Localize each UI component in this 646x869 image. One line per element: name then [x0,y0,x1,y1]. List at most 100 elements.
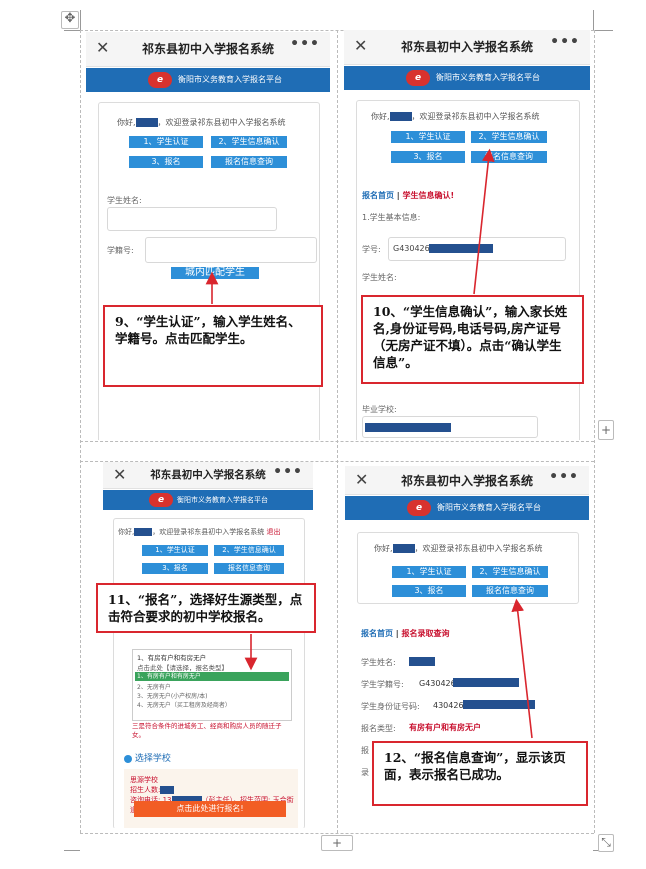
screenshot-register: ✕ 祁东县初中入学报名系统 ••• e 衡阳市义务教育入学报名平台 你好, ，欢迎… [103,462,313,828]
redacted-student-id [453,678,519,687]
welcome-line: 你好, ，欢迎登录祁东县初中入学报名系统 [117,118,286,127]
dropdown-hint: 点击此处【请选择，报名类型】 [137,664,228,672]
menu-auth-button[interactable]: 1、学生认证 [129,136,203,148]
platform-banner: e 衡阳市义务教育入学报名平台 [345,496,589,520]
match-student-button[interactable]: 城内匹配学生 [171,267,259,279]
table-border [80,833,594,834]
dropdown-option-4[interactable]: 4、无房无户（买工租房及经商者） [137,700,231,709]
menu-register-button[interactable]: 3、报名 [391,151,465,163]
page-corner-mark [593,30,613,31]
dot-icon [124,754,132,763]
breadcrumb-current: 报名录取查询 [401,629,450,638]
table-border [337,30,338,833]
table-border [80,30,81,833]
menu-query-button[interactable]: 报名信息查询 [472,585,548,597]
banner-text: 衡阳市义务教育入学报名平台 [436,73,540,82]
truncated-label: 录 [361,768,369,777]
truncated-label: 报 [361,746,369,755]
student-id-label: 学籍号: [107,246,134,255]
student-id-input[interactable] [145,237,317,263]
step10-callout: 10、“学生信息确认”，输入家长姓名,身份证号码,电话号码,房产证号（无房产证不… [361,295,584,384]
more-icon[interactable]: ••• [290,36,320,52]
type-label: 报名类型: [361,724,396,733]
more-icon[interactable]: ••• [273,464,303,480]
welcome-line: 你好, ，欢迎登录祁东县初中入学报名系统 [374,544,543,553]
logout-link[interactable]: 退出 [266,528,280,536]
student-name-input[interactable] [107,207,277,231]
add-row-button[interactable]: + [321,835,353,851]
student-id-value: G430426 [419,679,456,688]
page-corner-mark [64,30,80,31]
go-register-button[interactable]: 点击此处进行报名! [134,801,286,817]
menu-auth-button[interactable]: 1、学生认证 [391,131,465,143]
app-titlebar: ✕ 祁东县初中入学报名系统 ••• [344,30,590,65]
more-icon[interactable]: ••• [549,469,579,485]
step9-callout: 9、“学生认证”，输入学生姓名、学籍号。点击匹配学生。 [103,305,323,387]
menu-register-button[interactable]: 3、报名 [392,585,466,597]
page-corner-mark [64,850,80,851]
student-name-label: 学生姓名: [362,273,397,282]
redacted-name [135,118,158,127]
menu-auth-button[interactable]: 1、学生认证 [142,545,208,556]
breadcrumb: 报名首页 | 报名录取查询 [361,629,450,638]
breadcrumb-current: 学生信息确认! [402,191,455,200]
school-card: 思源学校 招生人数: 咨询电话: 13（彭主任），招生范围: 玉合街道办事处辖区… [124,769,298,828]
menu-query-button[interactable]: 报名信息查询 [471,151,547,163]
school-label: 毕业学校: [362,405,397,414]
step12-callout: 12、“报名信息查询”，显示该页面，表示报名已成功。 [372,741,588,806]
table-resize-handle[interactable]: ⤡ [598,834,614,852]
main-card: 你好, ，欢迎登录祁东县初中入学报名系统 1、学生认证 2、学生信息确认 3、报名… [356,100,580,440]
add-column-button[interactable]: + [598,420,614,440]
menu-auth-button[interactable]: 1、学生认证 [392,566,466,578]
table-border [594,30,595,833]
school-field [362,416,538,438]
redacted-name [134,528,153,536]
welcome-line: 你好, ，欢迎登录祁东县初中入学报名系统 [371,112,540,121]
platform-logo: e [148,72,172,88]
redacted-school [365,423,451,432]
banner-text: 衡阳市义务教育入学报名平台 [178,75,282,84]
menu-register-button[interactable]: 3、报名 [142,563,208,574]
menu-confirm-button[interactable]: 2、学生信息确认 [472,566,548,578]
menu-query-button[interactable]: 报名信息查询 [214,563,284,574]
idcard-value: 430426 [433,701,464,710]
menu-register-button[interactable]: 3、报名 [129,156,203,168]
breadcrumb-home[interactable]: 报名首页 [362,191,394,200]
banner-text: 衡阳市义务教育入学报名平台 [177,496,268,504]
student-name-label: 学生姓名: [107,196,142,205]
breadcrumb: 报名首页 | 学生信息确认! [362,191,455,200]
platform-logo: e [149,493,173,507]
platform-logo: e [407,500,431,516]
app-titlebar: ✕ 祁东县初中入学报名系统 ••• [345,466,589,495]
redacted-id [429,244,493,253]
page-corner-mark [593,10,594,30]
student-id-field: G430426 [388,237,566,261]
menu-confirm-button[interactable]: 2、学生信息确认 [211,136,287,148]
student-id-label: 学生学籍号: [361,680,404,689]
idcard-label: 学生身份证号码: [361,702,420,711]
main-card: 你好, ，欢迎登录祁东县初中入学报名系统 1、学生认证 2、学生信息确认 3、报名… [98,102,320,440]
breadcrumb-home[interactable]: 报名首页 [361,629,393,638]
school-name: 思源学校 [130,776,158,784]
table-move-handle[interactable]: ✥ [61,11,79,29]
platform-banner: e 衡阳市义务教育入学报名平台 [86,68,330,92]
menu-confirm-button[interactable]: 2、学生信息确认 [471,131,547,143]
student-name-label: 学生姓名: [361,658,396,667]
menu-query-button[interactable]: 报名信息查询 [211,156,287,168]
page-corner-mark [80,10,81,30]
redacted-quota [160,786,175,794]
section-title: 1.学生基本信息: [362,213,421,222]
app-titlebar: ✕ 祁东县初中入学报名系统 ••• [86,32,330,67]
dropdown-option-3[interactable]: 3、无房无户(小产权房/本) [137,691,208,700]
dropdown-option-1[interactable]: 1、有房有户和有房无户 [135,672,289,681]
dropdown-option-2[interactable]: 2、无房有户 [137,682,171,691]
more-icon[interactable]: ••• [550,34,580,50]
welcome-line: 你好, ，欢迎登录祁东县初中入学报名系统 退出 [118,528,281,536]
platform-banner: e 衡阳市义务教育入学报名平台 [103,490,313,510]
registration-type-dropdown[interactable]: 1、有房有户和有房无户 点击此处【请选择，报名类型】 1、有房有户和有房无户 2… [132,649,292,721]
eligibility-note: 三是符合条件的进城务工、经商和购房人员的随迁子女。 [132,722,282,739]
dropdown-selected: 1、有房有户和有房无户 [137,654,207,662]
menu-confirm-button[interactable]: 2、学生信息确认 [214,545,284,556]
quota-line: 招生人数: [130,785,175,795]
banner-text: 衡阳市义务教育入学报名平台 [437,503,541,512]
